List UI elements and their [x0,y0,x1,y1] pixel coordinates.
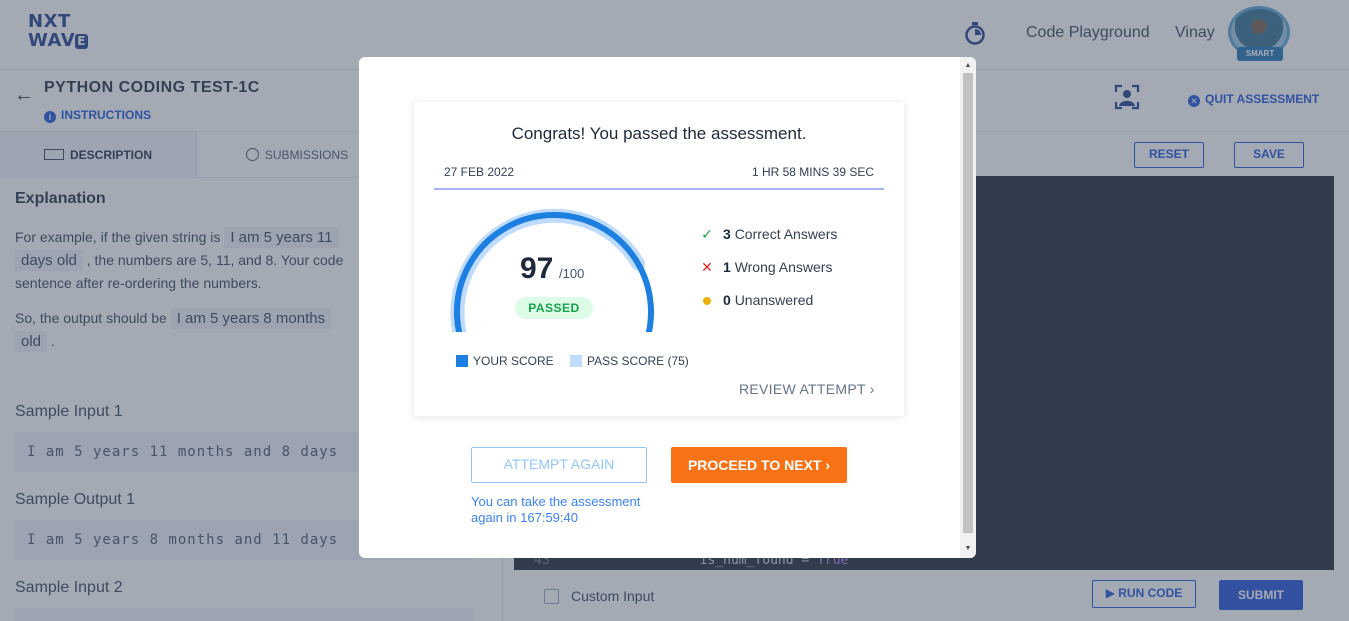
unanswered-label: Unanswered [734,292,814,308]
legend-your-label: YOUR SCORE [473,354,554,368]
dot-icon [699,292,715,308]
correct-label: Correct Answers [734,226,838,242]
unanswered-count: 0 [723,292,731,308]
status-badge: PASSED [515,297,593,319]
legend-pass-label: PASS SCORE (75) [587,354,689,368]
result-modal: Congrats! You passed the assessment. 27 … [359,57,976,558]
legend-swatch-pass [570,355,582,367]
review-attempt-link[interactable]: REVIEW ATTEMPT › [739,381,875,397]
score-value: 97 [520,252,554,285]
check-icon: ✓ [701,226,713,242]
attempt-duration: 1 HR 58 MINS 39 SEC [751,165,874,179]
wrong-label: Wrong Answers [734,259,833,275]
wrong-count: 1 [723,259,731,275]
legend-pass-score: PASS SCORE (75) [570,354,689,368]
legend-your-score: YOUR SCORE [456,354,554,368]
stat-correct: ✓ 3 Correct Answers [699,226,837,243]
result-card: Congrats! You passed the assessment. 27 … [414,102,904,416]
cross-icon: ✕ [701,259,713,275]
divider [434,188,884,190]
attempt-again-button[interactable]: ATTEMPT AGAIN [471,447,647,483]
score-total: /100 [559,266,585,281]
chevron-right-icon: › [825,457,831,473]
proceed-to-next-button[interactable]: PROCEED TO NEXT › [671,447,847,483]
scrollbar-thumb[interactable] [963,73,973,533]
scroll-down-icon[interactable]: ▼ [960,542,976,556]
attempt-date: 27 FEB 2022 [444,165,515,179]
chevron-right-icon: › [869,381,875,397]
retake-timer-note: You can take the assessment again in 167… [471,494,641,525]
correct-count: 3 [723,226,731,242]
stat-unanswered: 0 Unanswered [699,292,813,308]
modal-scrollbar[interactable]: ▲ ▼ [960,57,976,558]
proceed-label: PROCEED TO NEXT [687,457,822,473]
scroll-up-icon[interactable]: ▲ [960,59,976,73]
legend-swatch-your [456,355,468,367]
stat-wrong: ✕ 1 Wrong Answers [699,259,832,276]
congrats-message: Congrats! You passed the assessment. [511,124,807,143]
review-label: REVIEW ATTEMPT [739,381,866,397]
